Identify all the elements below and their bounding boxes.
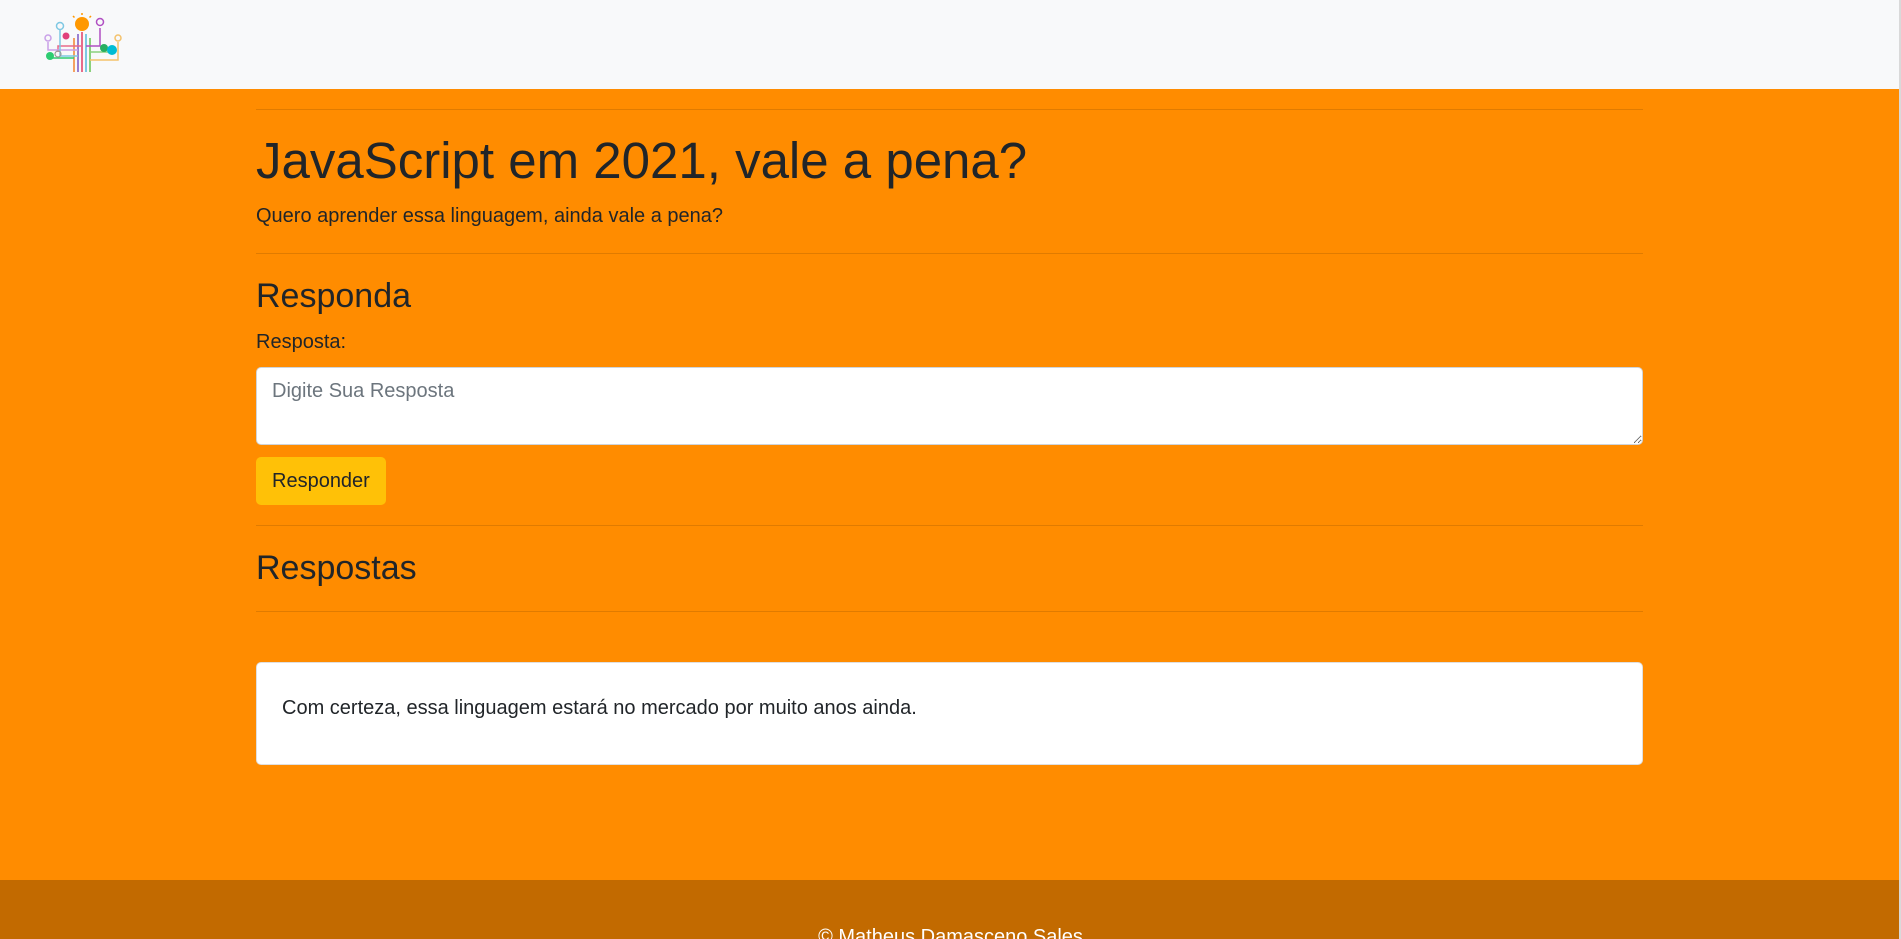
footer: © Matheus Damasceno Sales [0, 880, 1901, 939]
footer-copyright: © Matheus Damasceno Sales [818, 926, 1083, 939]
main-content: JavaScript em 2021, vale a pena? Quero a… [256, 89, 1643, 765]
question-title: JavaScript em 2021, vale a pena? [256, 132, 1028, 189]
answers-heading: Respostas [256, 548, 417, 587]
answer-label: Resposta: [256, 330, 347, 353]
answer-form-heading: Responda [256, 277, 412, 316]
question-description: Quero aprender essa linguagem, ainda val… [256, 205, 723, 228]
navbar [0, 0, 1901, 89]
home-logo-link[interactable] [38, 12, 126, 78]
answer-textarea[interactable] [256, 366, 1643, 445]
answer-form: Responda Resposta: Responder [256, 276, 1643, 505]
answers-list: Com certeza, essa linguagem estará no me… [256, 661, 1643, 765]
divider [256, 610, 1643, 612]
divider [256, 109, 1643, 110]
responder-button[interactable]: Responder [256, 456, 386, 505]
divider [256, 524, 1643, 526]
divider [256, 253, 1643, 255]
lightbulb-circuit-logo-icon [44, 13, 122, 72]
answer-card: Com certeza, essa linguagem estará no me… [256, 661, 1643, 765]
answer-text: Com certeza, essa linguagem estará no me… [282, 696, 917, 719]
